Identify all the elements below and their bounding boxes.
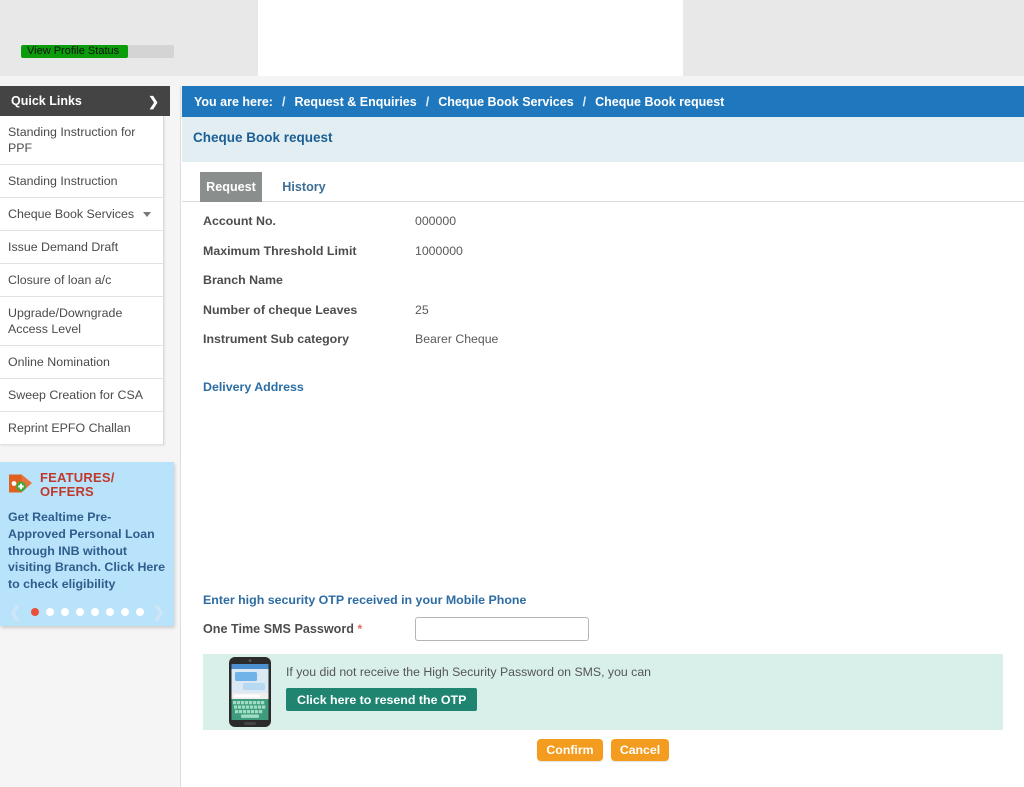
promo-carousel-dots [30, 608, 144, 616]
mobile-phone-sms-icon [229, 657, 271, 727]
profile-status-progress[interactable]: View Profile Status [21, 45, 174, 58]
form-row: Instrument Sub category Bearer Cheque [182, 332, 1024, 362]
sidebar-item-cheque-book-services[interactable]: Cheque Book Services [0, 198, 163, 231]
top-right-placeholder-block [683, 0, 1024, 76]
sidebar-item-label: Online Nomination [8, 355, 110, 369]
otp-resend-note: If you did not receive the High Security… [286, 665, 651, 679]
carousel-dot[interactable] [75, 608, 84, 616]
form-row: Number of cheque Leaves 25 [182, 303, 1024, 333]
breadcrumb-prefix: You are here: [194, 94, 273, 109]
form-field-value: Bearer Cheque [415, 332, 499, 346]
sidebar-item-standing-instruction-for-ppf[interactable]: Standing Instruction for PPF [0, 116, 163, 165]
form-field-label: Instrument Sub category [203, 332, 349, 346]
top-banner-area: View Profile Status [0, 0, 1024, 76]
sidebar-item-label: Issue Demand Draft [8, 240, 119, 254]
breadcrumb-separator: / [582, 94, 587, 109]
breadcrumb-item-request-enquiries[interactable]: Request & Enquiries [294, 95, 416, 109]
sidebar-item-standing-instruction[interactable]: Standing Instruction [0, 165, 163, 198]
quick-links-header[interactable]: Quick Links ❯ [0, 86, 170, 116]
chevron-down-icon [143, 211, 151, 217]
sidebar-item-label: Sweep Creation for CSA [8, 388, 143, 402]
promo-header: FEATURES/ OFFERS [8, 470, 166, 499]
sidebar-item-issue-demand-draft[interactable]: Issue Demand Draft [0, 231, 163, 264]
otp-resend-panel: If you did not receive the High Security… [203, 654, 1003, 730]
form-field-label: Maximum Threshold Limit [203, 243, 357, 258]
resend-otp-button[interactable]: Click here to resend the OTP [286, 688, 478, 711]
page-title-bar: Cheque Book request [182, 117, 1024, 162]
sidebar-item-closure-of-loan-a-c[interactable]: Closure of loan a/c [0, 264, 163, 297]
tab-request[interactable]: Request [200, 172, 262, 202]
form-field-value: 1000000 [415, 243, 463, 258]
sidebar-item-label: Standing Instruction [8, 174, 118, 188]
chevron-right-icon: ❯ [148, 93, 159, 109]
carousel-dot[interactable] [30, 608, 39, 616]
form-field-value: 25 [415, 302, 429, 317]
page-root: View Profile Status You are here: / Requ… [0, 0, 1024, 787]
carousel-dot[interactable] [135, 608, 144, 616]
form-field-label: Number of cheque Leaves [203, 302, 358, 317]
main-content-panel: Cheque Book request Request History Acco… [182, 117, 1024, 787]
breadcrumb: You are here: / Request & Enquiries / Ch… [182, 86, 1024, 117]
tab-bar: Request History [182, 172, 1024, 202]
required-marker: * [357, 622, 363, 636]
sidebar-item-label: Cheque Book Services [8, 207, 135, 221]
carousel-dot[interactable] [120, 608, 129, 616]
delivery-address-link[interactable]: Delivery Address [203, 380, 304, 394]
sidebar-item-sweep-creation-for-csa[interactable]: Sweep Creation for CSA [0, 379, 163, 412]
carousel-dot[interactable] [90, 608, 99, 616]
carousel-dot[interactable] [105, 608, 114, 616]
form-field-label: Account No. [203, 214, 276, 228]
quick-links-list: Standing Instruction for PPF Standing Ins… [0, 116, 164, 445]
sidebar-item-reprint-epfo-challan[interactable]: Reprint EPFO Challan [0, 412, 163, 445]
promo-body-text[interactable]: Get Realtime Pre-Approved Personal Loan … [8, 509, 166, 593]
quick-links-title: Quick Links [11, 94, 82, 108]
breadcrumb-item-cheque-book-request: Cheque Book request [595, 94, 725, 109]
confirm-button[interactable]: Confirm [537, 739, 603, 761]
top-left-placeholder-block [0, 0, 258, 76]
otp-field-label: One Time SMS Password * [203, 622, 362, 636]
page-title: Cheque Book request [193, 130, 333, 145]
carousel-dot[interactable] [45, 608, 54, 616]
tab-history[interactable]: History [274, 172, 334, 202]
form-field-label: Branch Name [203, 273, 283, 287]
features-offers-promo[interactable]: FEATURES/ OFFERS Get Realtime Pre-Approv… [0, 462, 174, 626]
breadcrumb-item-cheque-book-services[interactable]: Cheque Book Services [438, 95, 573, 109]
otp-field-label-text: One Time SMS Password [203, 622, 354, 636]
sidebar-item-online-nomination[interactable]: Online Nomination [0, 346, 163, 379]
form-action-row: Confirm Cancel [182, 739, 1024, 769]
carousel-dot[interactable] [60, 608, 69, 616]
sidebar-item-upgrade-downgrade-access-level[interactable]: Upgrade/Downgrade Access Level [0, 297, 163, 346]
price-tag-icon [8, 471, 34, 495]
top-divider [0, 76, 1024, 86]
cheque-book-details-form: Account No. 000000 Maximum Threshold Limit… [182, 214, 1024, 362]
form-row: Maximum Threshold Limit 1000000 [182, 244, 1024, 274]
chevron-left-icon[interactable]: ❮ [9, 605, 22, 620]
top-center-placeholder-block [258, 0, 683, 76]
sidebar-item-label: Closure of loan a/c [8, 273, 112, 287]
sidebar-item-label: Standing Instruction for PPF [8, 125, 136, 155]
breadcrumb-separator: / [281, 94, 286, 109]
otp-heading: Enter high security OTP received in your… [203, 593, 527, 607]
form-row: Branch Name [182, 273, 1024, 303]
form-row: Account No. 000000 [182, 214, 1024, 244]
profile-status-label: View Profile Status [27, 45, 120, 57]
breadcrumb-separator: / [425, 94, 430, 109]
sidebar-item-label: Reprint EPFO Challan [8, 421, 131, 435]
sidebar-item-label: Upgrade/Downgrade Access Level [8, 306, 123, 336]
form-field-value: 000000 [415, 214, 457, 228]
cancel-button[interactable]: Cancel [611, 739, 669, 761]
promo-title: FEATURES/ OFFERS [40, 470, 115, 499]
otp-input[interactable] [415, 617, 589, 641]
chevron-right-icon[interactable]: ❯ [152, 605, 165, 620]
promo-carousel-nav: ❮ ❯ [0, 604, 174, 620]
